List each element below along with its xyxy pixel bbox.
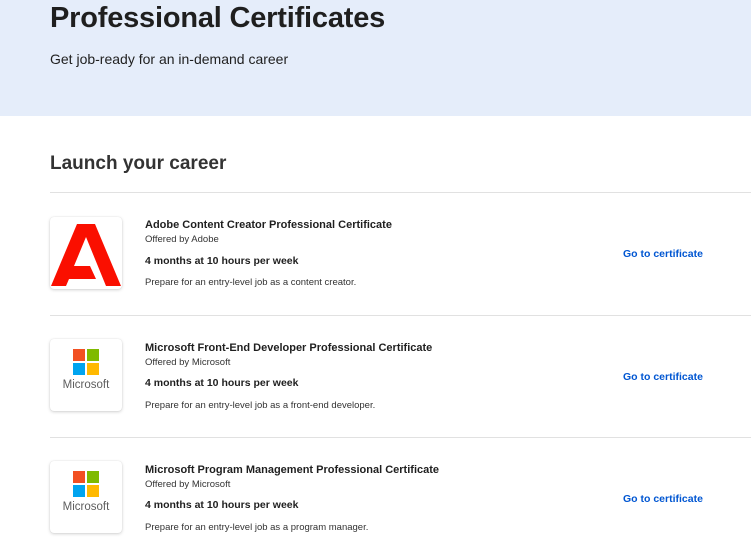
adobe-logo bbox=[50, 217, 122, 289]
certificate-description: Prepare for an entry-level job as a fron… bbox=[145, 400, 376, 411]
certificate-card-microsoft-program-management[interactable]: Microsoft Microsoft Program Management P… bbox=[0, 438, 751, 538]
certificate-title[interactable]: Microsoft Front-End Developer Profession… bbox=[145, 341, 432, 355]
certificate-offered-by: Offered by Microsoft bbox=[145, 479, 231, 490]
certificate-duration: 4 months at 10 hours per week bbox=[145, 377, 299, 389]
certificate-offered-by: Offered by Adobe bbox=[145, 234, 219, 245]
page-title: Professional Certificates bbox=[50, 2, 386, 34]
certificate-description: Prepare for an entry-level job as a prog… bbox=[145, 522, 369, 533]
microsoft-logo: Microsoft bbox=[50, 339, 122, 411]
certificate-card-adobe[interactable]: Adobe Content Creator Professional Certi… bbox=[0, 193, 751, 293]
hero-banner: Professional Certificates Get job-ready … bbox=[0, 0, 751, 116]
certificate-card-microsoft-frontend[interactable]: Microsoft Microsoft Front-End Developer … bbox=[0, 316, 751, 416]
certificate-duration: 4 months at 10 hours per week bbox=[145, 499, 299, 511]
microsoft-wordmark: Microsoft bbox=[62, 501, 110, 513]
certificate-duration: 4 months at 10 hours per week bbox=[145, 255, 299, 267]
go-to-certificate-link[interactable]: Go to certificate bbox=[623, 492, 703, 506]
certificate-offered-by: Offered by Microsoft bbox=[145, 357, 231, 368]
microsoft-windows-icon bbox=[73, 471, 99, 497]
go-to-certificate-link[interactable]: Go to certificate bbox=[623, 370, 703, 384]
microsoft-logo: Microsoft bbox=[50, 461, 122, 533]
page-subtitle: Get job-ready for an in-demand career bbox=[50, 51, 289, 67]
microsoft-wordmark: Microsoft bbox=[62, 379, 110, 391]
certificate-title[interactable]: Adobe Content Creator Professional Certi… bbox=[145, 218, 392, 232]
section-title: Launch your career bbox=[50, 153, 227, 174]
microsoft-windows-icon bbox=[73, 349, 99, 375]
go-to-certificate-link[interactable]: Go to certificate bbox=[623, 247, 703, 261]
certificate-title[interactable]: Microsoft Program Management Professiona… bbox=[145, 463, 439, 477]
adobe-logo-icon bbox=[51, 224, 121, 286]
certificate-description: Prepare for an entry-level job as a cont… bbox=[145, 277, 357, 288]
